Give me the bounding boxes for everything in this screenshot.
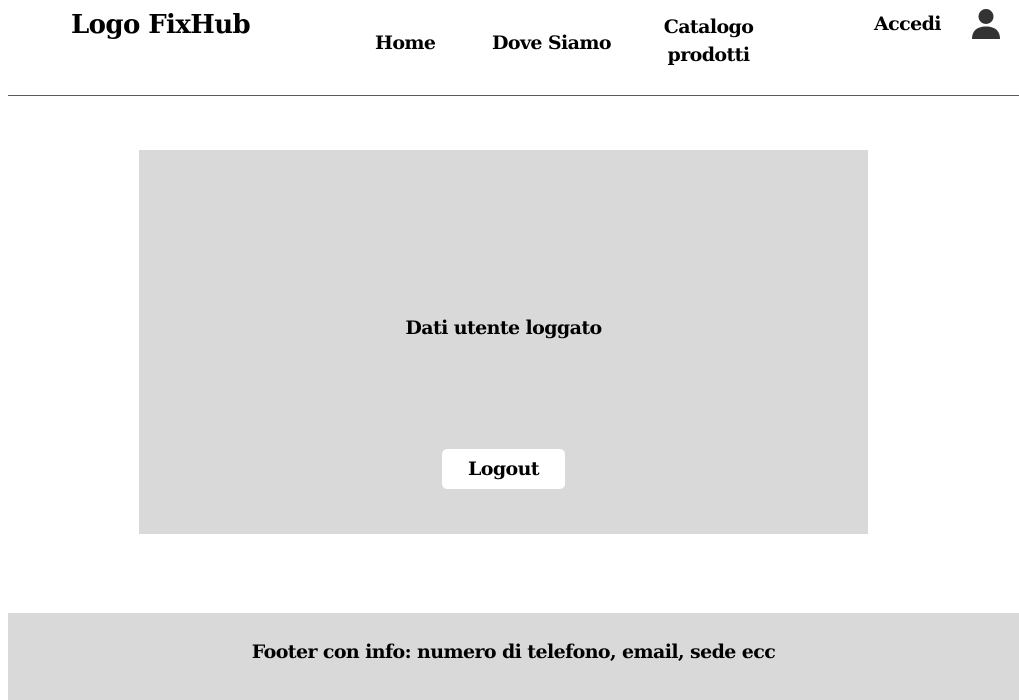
login-link[interactable]: Accedi — [874, 10, 941, 38]
user-icon-graphic — [972, 9, 1000, 39]
footer-info-text: Footer con info: numero di telefono, ema… — [251, 641, 776, 663]
user-icon[interactable] — [971, 8, 1001, 40]
nav-dove-siamo-link[interactable]: Dove Siamo — [492, 29, 612, 57]
nav-catalogo-prodotti-link[interactable]: Catalogo prodotti — [640, 13, 777, 69]
site-header: Logo FixHub Home Dove Siamo Catalogo pro… — [0, 0, 1019, 96]
header-divider — [8, 95, 1019, 96]
user-data-panel: Dati utente loggato Logout — [139, 150, 868, 534]
nav-home-link[interactable]: Home — [375, 29, 436, 57]
logout-button[interactable]: Logout — [442, 449, 565, 489]
site-footer: Footer con info: numero di telefono, ema… — [8, 613, 1019, 700]
nav-catalogo-line1: Catalogo — [663, 16, 754, 38]
user-data-title: Dati utente loggato — [405, 317, 602, 339]
site-logo[interactable]: Logo FixHub — [71, 9, 251, 41]
nav-catalogo-line2: prodotti — [667, 44, 751, 66]
